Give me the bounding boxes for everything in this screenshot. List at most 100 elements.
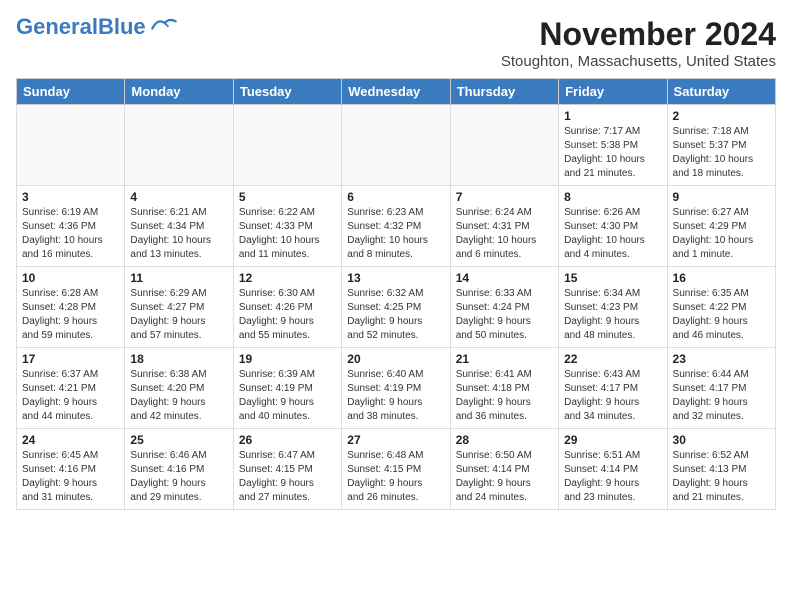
day-number: 10	[22, 271, 119, 285]
day-info: Sunrise: 6:48 AM Sunset: 4:15 PM Dayligh…	[347, 449, 444, 505]
day-number: 29	[564, 433, 661, 447]
day-number: 11	[130, 271, 227, 285]
calendar-cell: 5Sunrise: 6:22 AM Sunset: 4:33 PM Daylig…	[233, 186, 341, 267]
day-info: Sunrise: 6:52 AM Sunset: 4:13 PM Dayligh…	[673, 449, 770, 505]
day-number: 2	[673, 109, 770, 123]
calendar-cell: 30 Sunrise: 6:52 AM Sunset: 4:13 PM Dayli…	[667, 429, 775, 510]
day-number: 12	[239, 271, 336, 285]
month-title: November 2024	[501, 16, 776, 53]
calendar-cell: 15 Sunrise: 6:34 AM Sunset: 4:23 PM Dayli…	[559, 267, 667, 348]
calendar-cell: 14 Sunrise: 6:33 AM Sunset: 4:24 PM Dayli…	[450, 267, 558, 348]
day-info: Sunrise: 6:30 AM Sunset: 4:26 PM Dayligh…	[239, 287, 336, 343]
calendar-cell: 24 Sunrise: 6:45 AM Sunset: 4:16 PM Dayli…	[17, 429, 125, 510]
calendar-cell: 16 Sunrise: 6:35 AM Sunset: 4:22 PM Dayli…	[667, 267, 775, 348]
day-info: Sunrise: 6:37 AM Sunset: 4:21 PM Dayligh…	[22, 368, 119, 424]
day-number: 27	[347, 433, 444, 447]
day-number: 17	[22, 352, 119, 366]
title-area: November 2024 Stoughton, Massachusetts, …	[501, 16, 776, 70]
day-info: Sunrise: 6:43 AM Sunset: 4:17 PM Dayligh…	[564, 368, 661, 424]
day-info: Sunrise: 6:23 AM Sunset: 4:32 PM Dayligh…	[347, 206, 444, 262]
calendar-body: 1 Sunrise: 7:17 AM Sunset: 5:38 PM Daylig…	[17, 105, 776, 510]
calendar-cell: 25Sunrise: 6:46 AM Sunset: 4:16 PM Dayli…	[125, 429, 233, 510]
calendar-cell: 2 Sunrise: 7:18 AM Sunset: 5:37 PM Daylig…	[667, 105, 775, 186]
logo: GeneralBlue	[16, 16, 178, 38]
day-info: Sunrise: 6:32 AM Sunset: 4:25 PM Dayligh…	[347, 287, 444, 343]
calendar-week-3: 10 Sunrise: 6:28 AM Sunset: 4:28 PM Dayli…	[17, 267, 776, 348]
page-header: GeneralBlue November 2024 Stoughton, Mas…	[16, 16, 776, 70]
weekday-header-saturday: Saturday	[667, 79, 775, 105]
day-number: 15	[564, 271, 661, 285]
calendar-cell	[125, 105, 233, 186]
day-number: 18	[130, 352, 227, 366]
calendar-cell: 27 Sunrise: 6:48 AM Sunset: 4:15 PM Dayli…	[342, 429, 450, 510]
calendar-cell: 10 Sunrise: 6:28 AM Sunset: 4:28 PM Dayli…	[17, 267, 125, 348]
calendar-cell	[450, 105, 558, 186]
calendar-cell: 8 Sunrise: 6:26 AM Sunset: 4:30 PM Daylig…	[559, 186, 667, 267]
day-info: Sunrise: 6:24 AM Sunset: 4:31 PM Dayligh…	[456, 206, 553, 262]
day-info: Sunrise: 6:34 AM Sunset: 4:23 PM Dayligh…	[564, 287, 661, 343]
day-number: 21	[456, 352, 553, 366]
weekday-header-monday: Monday	[125, 79, 233, 105]
calendar-cell: 1 Sunrise: 7:17 AM Sunset: 5:38 PM Daylig…	[559, 105, 667, 186]
day-info: Sunrise: 6:26 AM Sunset: 4:30 PM Dayligh…	[564, 206, 661, 262]
day-info: Sunrise: 6:19 AM Sunset: 4:36 PM Dayligh…	[22, 206, 119, 262]
day-info: Sunrise: 6:47 AM Sunset: 4:15 PM Dayligh…	[239, 449, 336, 505]
day-number: 7	[456, 190, 553, 204]
day-info: Sunrise: 6:22 AM Sunset: 4:33 PM Dayligh…	[239, 206, 336, 262]
day-number: 14	[456, 271, 553, 285]
calendar-cell: 19 Sunrise: 6:39 AM Sunset: 4:19 PM Dayli…	[233, 348, 341, 429]
weekday-header-friday: Friday	[559, 79, 667, 105]
calendar-cell: 17 Sunrise: 6:37 AM Sunset: 4:21 PM Dayli…	[17, 348, 125, 429]
calendar-week-1: 1 Sunrise: 7:17 AM Sunset: 5:38 PM Daylig…	[17, 105, 776, 186]
logo-text: GeneralBlue	[16, 16, 146, 38]
calendar-cell: 21Sunrise: 6:41 AM Sunset: 4:18 PM Dayli…	[450, 348, 558, 429]
day-info: Sunrise: 6:44 AM Sunset: 4:17 PM Dayligh…	[673, 368, 770, 424]
calendar-cell	[233, 105, 341, 186]
location-title: Stoughton, Massachusetts, United States	[501, 53, 776, 70]
day-number: 20	[347, 352, 444, 366]
calendar-cell: 29 Sunrise: 6:51 AM Sunset: 4:14 PM Dayli…	[559, 429, 667, 510]
day-info: Sunrise: 6:45 AM Sunset: 4:16 PM Dayligh…	[22, 449, 119, 505]
day-info: Sunrise: 6:38 AM Sunset: 4:20 PM Dayligh…	[130, 368, 227, 424]
day-number: 8	[564, 190, 661, 204]
day-number: 16	[673, 271, 770, 285]
weekday-header-thursday: Thursday	[450, 79, 558, 105]
day-number: 1	[564, 109, 661, 123]
day-number: 4	[130, 190, 227, 204]
day-info: Sunrise: 6:40 AM Sunset: 4:19 PM Dayligh…	[347, 368, 444, 424]
day-number: 3	[22, 190, 119, 204]
calendar-header: SundayMondayTuesdayWednesdayThursdayFrid…	[17, 79, 776, 105]
weekday-header-row: SundayMondayTuesdayWednesdayThursdayFrid…	[17, 79, 776, 105]
calendar-cell: 26 Sunrise: 6:47 AM Sunset: 4:15 PM Dayli…	[233, 429, 341, 510]
day-info: Sunrise: 6:33 AM Sunset: 4:24 PM Dayligh…	[456, 287, 553, 343]
day-info: Sunrise: 7:17 AM Sunset: 5:38 PM Dayligh…	[564, 125, 661, 181]
day-info: Sunrise: 6:29 AM Sunset: 4:27 PM Dayligh…	[130, 287, 227, 343]
calendar-cell	[17, 105, 125, 186]
day-number: 19	[239, 352, 336, 366]
logo-bird-icon	[150, 16, 178, 34]
day-info: Sunrise: 6:51 AM Sunset: 4:14 PM Dayligh…	[564, 449, 661, 505]
calendar-cell: 11 Sunrise: 6:29 AM Sunset: 4:27 PM Dayli…	[125, 267, 233, 348]
weekday-header-wednesday: Wednesday	[342, 79, 450, 105]
day-number: 30	[673, 433, 770, 447]
day-number: 26	[239, 433, 336, 447]
calendar-cell: 23Sunrise: 6:44 AM Sunset: 4:17 PM Dayli…	[667, 348, 775, 429]
calendar-cell: 3 Sunrise: 6:19 AM Sunset: 4:36 PM Daylig…	[17, 186, 125, 267]
day-number: 24	[22, 433, 119, 447]
calendar-cell: 22 Sunrise: 6:43 AM Sunset: 4:17 PM Dayli…	[559, 348, 667, 429]
calendar-cell: 20 Sunrise: 6:40 AM Sunset: 4:19 PM Dayli…	[342, 348, 450, 429]
day-info: Sunrise: 6:39 AM Sunset: 4:19 PM Dayligh…	[239, 368, 336, 424]
day-info: Sunrise: 6:35 AM Sunset: 4:22 PM Dayligh…	[673, 287, 770, 343]
calendar-cell: 12 Sunrise: 6:30 AM Sunset: 4:26 PM Dayli…	[233, 267, 341, 348]
day-info: Sunrise: 6:28 AM Sunset: 4:28 PM Dayligh…	[22, 287, 119, 343]
day-info: Sunrise: 7:18 AM Sunset: 5:37 PM Dayligh…	[673, 125, 770, 181]
calendar-week-5: 24 Sunrise: 6:45 AM Sunset: 4:16 PM Dayli…	[17, 429, 776, 510]
day-info: Sunrise: 6:21 AM Sunset: 4:34 PM Dayligh…	[130, 206, 227, 262]
calendar-cell	[342, 105, 450, 186]
calendar-cell: 28Sunrise: 6:50 AM Sunset: 4:14 PM Dayli…	[450, 429, 558, 510]
day-number: 22	[564, 352, 661, 366]
calendar-cell: 13Sunrise: 6:32 AM Sunset: 4:25 PM Dayli…	[342, 267, 450, 348]
calendar-week-2: 3 Sunrise: 6:19 AM Sunset: 4:36 PM Daylig…	[17, 186, 776, 267]
day-info: Sunrise: 6:50 AM Sunset: 4:14 PM Dayligh…	[456, 449, 553, 505]
day-number: 25	[130, 433, 227, 447]
